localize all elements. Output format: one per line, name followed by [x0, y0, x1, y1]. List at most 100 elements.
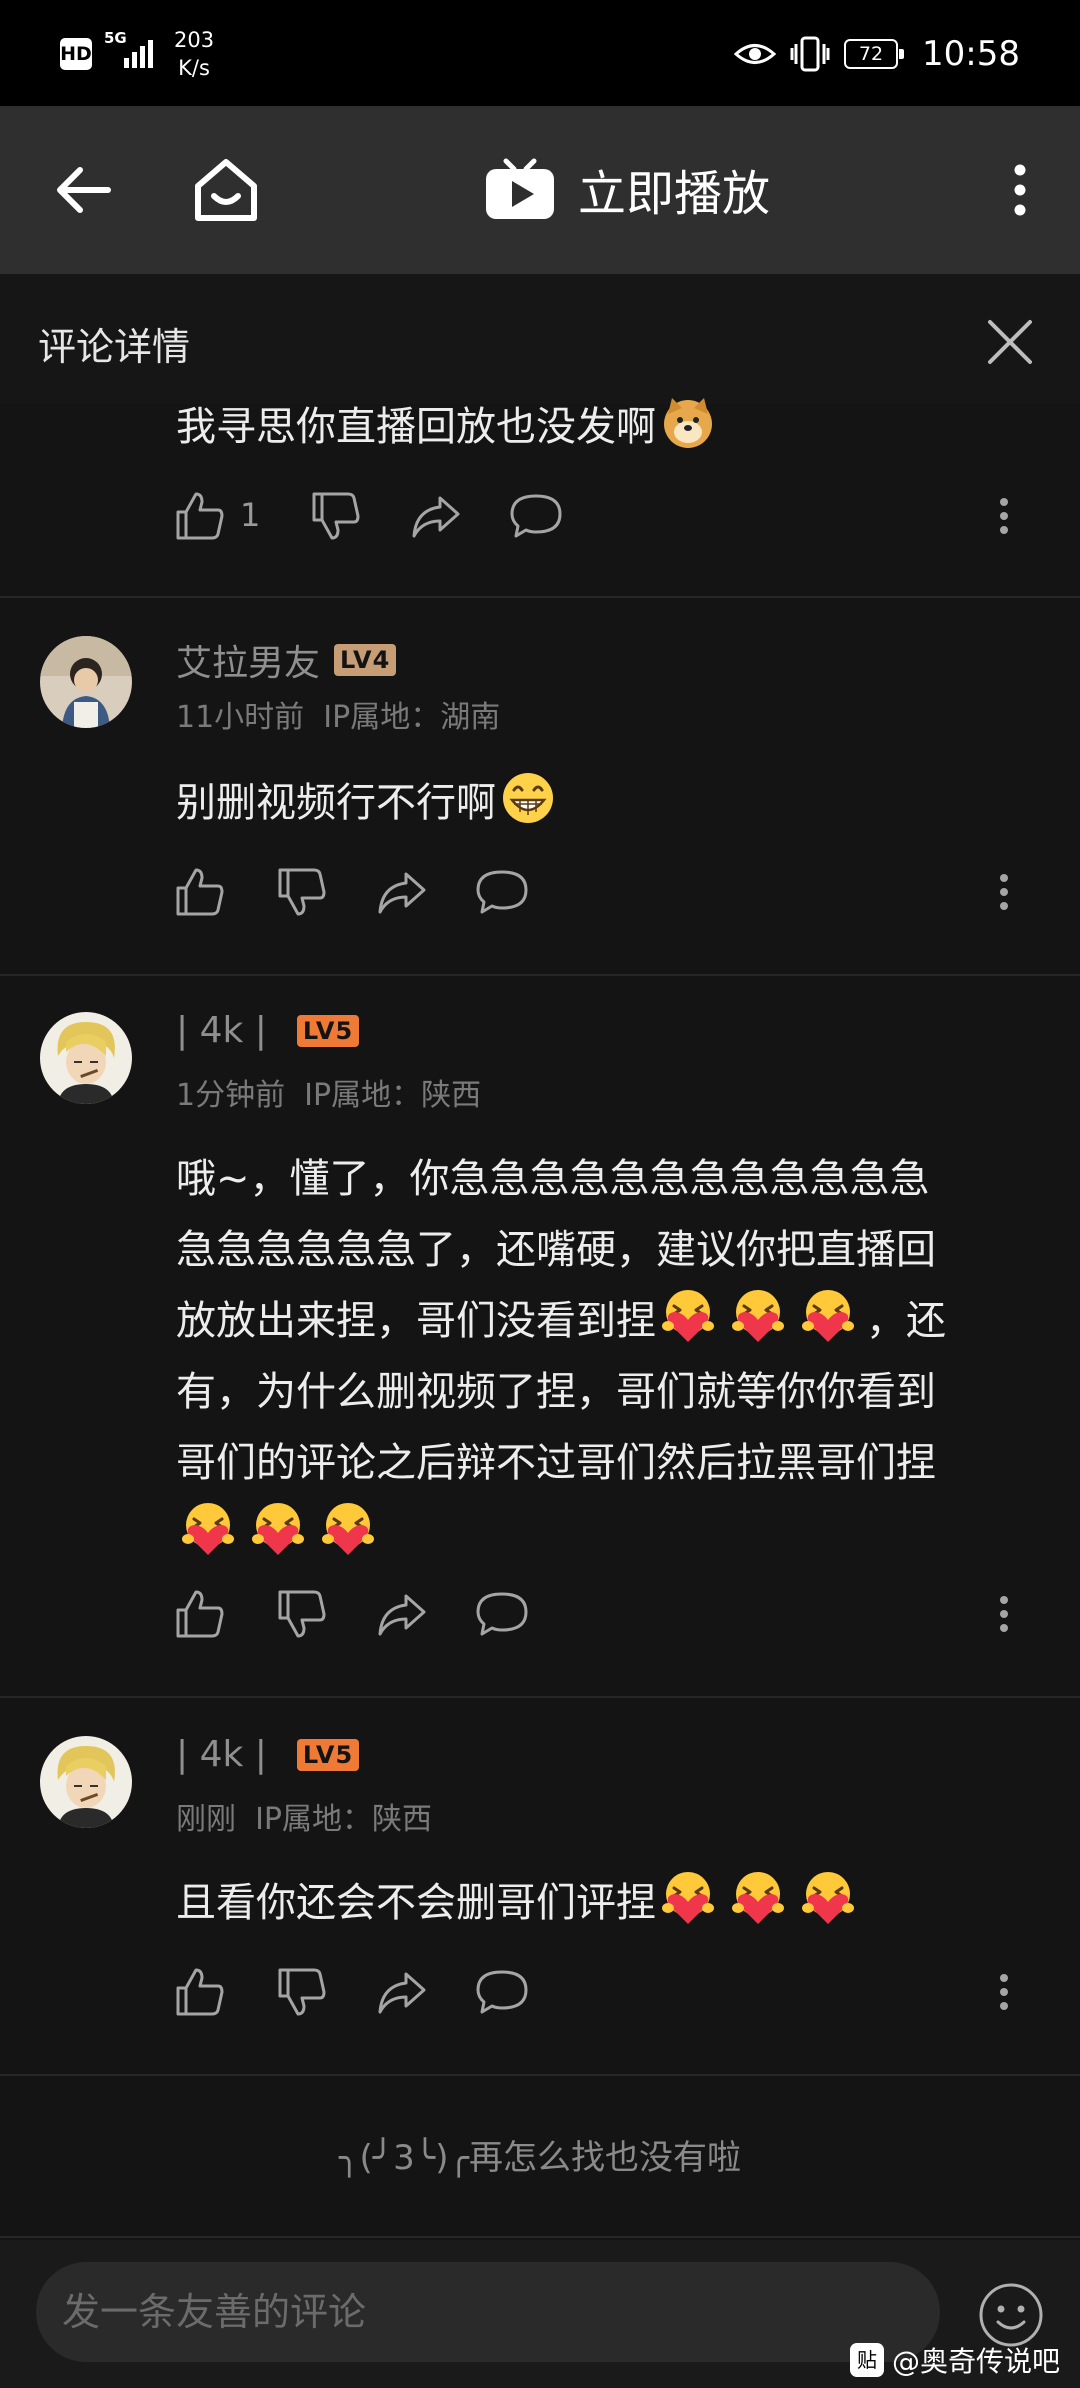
comment-more-icon[interactable]: [980, 868, 1028, 916]
divider: [0, 2236, 1080, 2238]
ip-location: IP属地：陕西: [304, 1078, 482, 1113]
reply-icon[interactable]: [508, 488, 564, 544]
dislike-icon[interactable]: [308, 488, 364, 544]
play-now-button[interactable]: 立即播放: [484, 154, 770, 224]
dislike-icon[interactable]: [274, 864, 330, 920]
comment-text-line: 急急急急急急了，还嘴硬，建议你把直播回: [176, 1227, 936, 1273]
divider: [0, 1696, 1080, 1698]
avatar[interactable]: [40, 1012, 132, 1104]
share-icon[interactable]: [408, 488, 464, 544]
comment-time: 1分钟前: [176, 1078, 286, 1113]
clock: 10:58: [922, 34, 1020, 74]
reply-icon[interactable]: [474, 864, 530, 920]
watermark-text: @奥奇传说吧: [891, 2345, 1060, 2378]
hd-badge: HD: [60, 38, 92, 70]
reply-icon[interactable]: [474, 1586, 530, 1642]
comment-detail-header: 评论详情: [0, 274, 1080, 404]
heart-hug-emoji-icon: [662, 1872, 714, 1924]
comment-text-content: 我寻思你直播回放也没发啊: [176, 404, 656, 450]
comment-actions: [172, 864, 1052, 920]
battery-icon: 72: [844, 39, 905, 69]
heart-hug-emoji-icon: [322, 1503, 374, 1555]
heart-hug-emoji-icon: [252, 1503, 304, 1555]
back-arrow-icon[interactable]: [52, 158, 116, 222]
tieba-badge: 贴: [849, 2343, 884, 2377]
username[interactable]: | 4k | LV5: [176, 1734, 360, 1775]
comment-meta: 11小时前 IP属地：湖南: [176, 692, 500, 736]
status-bar: HD 5G 203 K/s 72 10:58: [0, 0, 1080, 106]
comment-text-segment: ，还: [866, 1298, 946, 1344]
avatar[interactable]: [40, 636, 132, 728]
heart-hug-emoji-icon: [662, 1290, 714, 1342]
username[interactable]: 艾拉男友 LV4: [176, 634, 397, 686]
comment-input[interactable]: 发一条友善的评论: [36, 2262, 940, 2362]
divider: [0, 974, 1080, 976]
grin-emoji-icon: [503, 773, 553, 823]
comment-more-icon[interactable]: [980, 1590, 1028, 1638]
share-icon[interactable]: [374, 1964, 430, 2020]
dislike-icon[interactable]: [274, 1964, 330, 2020]
heart-hug-emoji-icon: [732, 1872, 784, 1924]
comment-text: 哦~，懂了，你急急急急急急急急急急急急 急急急急急急了，还嘴硬，建议你把直播回 …: [176, 1144, 1036, 1570]
share-icon[interactable]: [374, 1586, 430, 1642]
username-text: | 4k |: [176, 1010, 267, 1051]
like-icon[interactable]: [172, 488, 228, 544]
comment-text-line: 哦~，懂了，你急急急急急急急急急急急急: [176, 1156, 930, 1202]
home-icon[interactable]: [192, 156, 260, 224]
comment-emoji-line: [176, 1499, 1036, 1570]
comment-meta: 1分钟前 IP属地：陕西: [176, 1070, 481, 1114]
comment-text-content: 别删视频行不行啊: [176, 780, 496, 826]
end-of-comments-message: ╮(╯3╰)╭再怎么找也没有啦: [338, 2138, 742, 2178]
comment-time: 11小时前: [176, 700, 305, 735]
ip-location: IP属地：陕西: [255, 1802, 433, 1837]
heart-hug-emoji-icon: [802, 1290, 854, 1342]
network-speed: 203 K/s: [174, 26, 214, 82]
close-icon[interactable]: [982, 314, 1038, 370]
watermark: 贴 @奥奇传说吧: [849, 2340, 1060, 2380]
like-icon[interactable]: [172, 1586, 228, 1642]
speed-unit: K/s: [178, 56, 210, 80]
tv-play-icon: [486, 158, 554, 219]
speed-value: 203: [174, 28, 215, 52]
divider: [0, 2074, 1080, 2076]
like-icon[interactable]: [172, 864, 228, 920]
divider: [0, 596, 1080, 598]
ip-location: IP属地：湖南: [323, 700, 501, 735]
comment-text-line: 放放出来捏，哥们没看到捏 ，还: [176, 1286, 1036, 1357]
comment-actions: [172, 1964, 1052, 2020]
doge-emoji-icon: [664, 398, 712, 448]
comment-actions: [172, 1586, 1052, 1642]
like-icon[interactable]: [172, 1964, 228, 2020]
heart-hug-emoji-icon: [182, 1503, 234, 1555]
reply-icon[interactable]: [474, 1964, 530, 2020]
share-icon[interactable]: [374, 864, 430, 920]
comment-text-segment: 放放出来捏，哥们没看到捏: [176, 1298, 656, 1344]
comment-time: 刚刚: [176, 1802, 236, 1837]
username[interactable]: | 4k | LV5: [176, 1010, 360, 1051]
comment-text: 别删视频行不行啊: [176, 768, 1036, 839]
level-badge: LV4: [334, 644, 397, 676]
signal-icon: [124, 40, 153, 68]
comment-input-bar: 发一条友善的评论 贴 @奥奇传说吧: [0, 2240, 1080, 2388]
username-text: | 4k |: [176, 1734, 267, 1775]
comment-text: 我寻思你直播回放也没发啊: [176, 392, 1036, 463]
username-text: 艾拉男友: [176, 643, 321, 684]
more-options-icon[interactable]: [990, 160, 1050, 220]
heart-hug-emoji-icon: [732, 1290, 784, 1342]
vibrate-icon: [790, 36, 830, 72]
comment-more-icon[interactable]: [980, 492, 1028, 540]
comment-actions: 1: [172, 488, 1052, 544]
emoji-picker-icon[interactable]: [978, 2282, 1044, 2348]
comment-detail-title: 评论详情: [38, 325, 191, 369]
comment-text: 且看你还会不会删哥们评捏: [176, 1868, 1036, 1939]
dislike-icon[interactable]: [274, 1586, 330, 1642]
eye-icon: [734, 44, 777, 64]
level-badge: LV5: [296, 1738, 360, 1771]
comment-text-line: 有，为什么删视频了捏，哥们就等你你看到: [176, 1369, 936, 1415]
comment-meta: 刚刚 IP属地：陕西: [176, 1794, 432, 1838]
comment-more-icon[interactable]: [980, 1968, 1028, 2016]
comment-text-content: 且看你还会不会删哥们评捏: [176, 1880, 656, 1926]
avatar[interactable]: [40, 1736, 132, 1828]
level-badge: LV5: [296, 1014, 360, 1047]
comment-text-line: 哥们的评论之后辩不过哥们然后拉黑哥们捏: [176, 1440, 936, 1486]
